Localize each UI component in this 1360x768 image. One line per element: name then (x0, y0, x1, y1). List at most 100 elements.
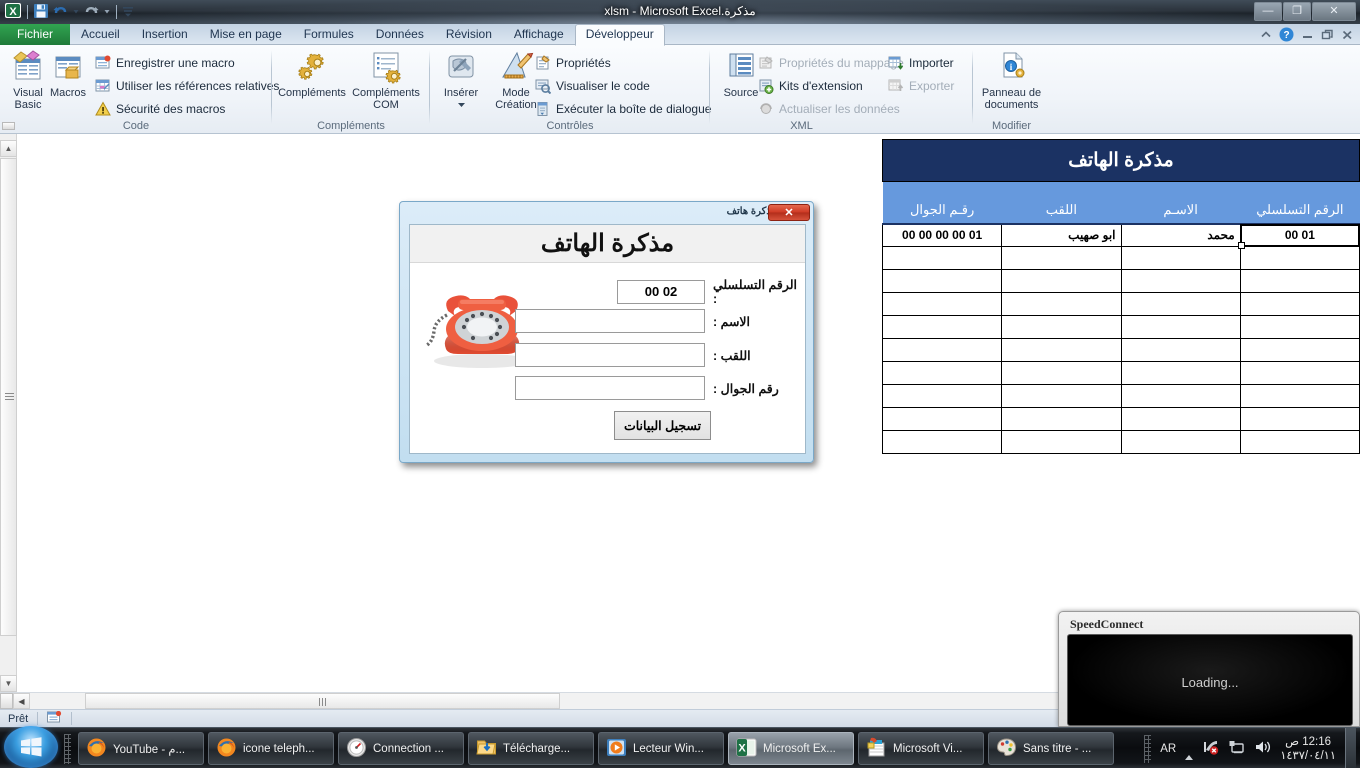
userform-field-surname[interactable]: اللقب : (515, 343, 799, 367)
cell-name[interactable] (1120, 246, 1241, 270)
cell-serial[interactable] (1239, 269, 1360, 293)
cell-name[interactable] (1120, 384, 1241, 408)
vertical-scroll-thumb[interactable] (0, 158, 17, 636)
taskbar-item-microsoft-visual[interactable]: Microsoft Vi... (858, 732, 984, 765)
record-macro-status-icon[interactable] (47, 710, 62, 727)
cell-serial[interactable] (1239, 292, 1360, 316)
tab-formules[interactable]: Formules (293, 25, 365, 45)
table-row[interactable] (881, 338, 1360, 362)
ribbon-right-controls[interactable]: ? (1260, 27, 1354, 45)
properties-button[interactable]: Propriétés (535, 53, 611, 73)
tab-donnees[interactable]: Données (365, 25, 435, 45)
horizontal-scroll-thumb[interactable] (85, 693, 560, 709)
scroll-up-button[interactable]: ▲ (0, 140, 17, 157)
cell-mobile[interactable] (881, 338, 1003, 362)
expansion-packs-button[interactable]: Kits d'extension (758, 76, 863, 96)
taskbar-item-lecteur-windows[interactable]: Lecteur Win... (598, 732, 724, 765)
view-code-button[interactable]: Visualiser le code (535, 76, 650, 96)
cell-name[interactable]: محمد (1120, 223, 1241, 247)
maximize-button[interactable]: ❐ (1283, 2, 1311, 21)
tab-insertion[interactable]: Insertion (131, 25, 199, 45)
taskbar-item-telechargements[interactable]: Télécharge... (468, 732, 594, 765)
cell-surname[interactable] (1001, 246, 1122, 270)
input-surname[interactable] (515, 343, 705, 367)
cell-mobile[interactable] (881, 430, 1003, 454)
chevron-up-icon[interactable] (1185, 742, 1194, 760)
table-row[interactable] (881, 292, 1360, 316)
map-properties-button[interactable]: Propriétés du mappage (758, 53, 904, 73)
refresh-data-button[interactable]: Actualiser les données (758, 99, 900, 119)
cell-mobile[interactable] (881, 269, 1003, 293)
table-row[interactable] (881, 430, 1360, 454)
table-row[interactable] (881, 407, 1360, 431)
userform-field-serial-number[interactable]: الرقم التسلسلي : 02 00 (617, 277, 799, 306)
action-center-icon[interactable] (1228, 739, 1245, 758)
minimize-ribbon-icon[interactable] (1260, 29, 1272, 44)
tab-mise-en-page[interactable]: Mise en page (199, 25, 293, 45)
windows-start-icon[interactable] (4, 726, 58, 768)
userform-field-first-name[interactable]: الاسم : (515, 309, 799, 333)
language-indicator[interactable]: AR (1160, 743, 1176, 755)
cell-surname[interactable] (1001, 361, 1122, 385)
cell-name[interactable] (1120, 338, 1241, 362)
volume-icon[interactable] (1254, 739, 1271, 758)
taskbar-item-sans-titre-paint[interactable]: Sans titre - ... (988, 732, 1114, 765)
phone-directory-table[interactable]: مذكرة الهاتف الرقم التسلسلي الاسـم اللقب… (881, 139, 1360, 454)
cell-name[interactable] (1120, 407, 1241, 431)
insert-control-button[interactable]: Insérer (435, 49, 487, 111)
cell-surname[interactable] (1001, 269, 1122, 293)
taskbar-item-icone-telephone[interactable]: icone teleph... (208, 732, 334, 765)
cell-serial[interactable] (1239, 430, 1360, 454)
userform-field-mobile-number[interactable]: رقم الجوال : (515, 376, 799, 400)
cell-mobile[interactable] (881, 384, 1003, 408)
table-row[interactable] (881, 315, 1360, 339)
addins-button[interactable]: Compléments (277, 49, 347, 99)
table-row[interactable] (881, 384, 1360, 408)
cell-mobile[interactable] (881, 246, 1003, 270)
input-serial-number[interactable]: 02 00 (617, 279, 705, 304)
cell-serial[interactable] (1239, 361, 1360, 385)
cell-name[interactable] (1120, 315, 1241, 339)
cell-mobile[interactable] (881, 361, 1003, 385)
sheet-tab-split[interactable] (0, 693, 13, 709)
macros-button[interactable]: Macros (43, 49, 93, 99)
cell-surname[interactable] (1001, 430, 1122, 454)
cell-name[interactable] (1120, 269, 1241, 293)
tab-fichier[interactable]: Fichier (0, 24, 71, 45)
cell-serial[interactable] (1239, 384, 1360, 408)
show-desktop-button[interactable] (1345, 728, 1356, 768)
table-row[interactable] (881, 246, 1360, 270)
input-first-name[interactable] (515, 309, 705, 333)
cell-mobile[interactable] (881, 315, 1003, 339)
input-mobile-number[interactable] (515, 376, 705, 400)
tab-revision[interactable]: Révision (435, 25, 503, 45)
phone-memo-userform[interactable]: مذكرة هاتف ✕ مذكرة الهاتف الرقم التسلسلي… (399, 201, 814, 463)
scroll-down-button[interactable]: ▼ (0, 675, 17, 692)
table-row[interactable]: 01 00 محمد ابو صهيب 01 00 00 00 00 (881, 223, 1360, 249)
relative-references-button[interactable]: Utiliser les références relatives (95, 76, 279, 96)
restore-window-icon[interactable] (1301, 29, 1314, 44)
ribbon-tabs[interactable]: Fichier Accueil Insertion Mise en page F… (0, 24, 665, 46)
document-panel-button[interactable]: i Panneau de documents (975, 49, 1048, 111)
network-error-icon[interactable] (1202, 739, 1219, 758)
cell-surname[interactable] (1001, 407, 1122, 431)
cell-surname[interactable] (1001, 315, 1122, 339)
cell-mobile[interactable] (881, 292, 1003, 316)
close-button[interactable]: ✕ (1312, 2, 1356, 21)
cell-surname[interactable]: ابو صهيب (1001, 223, 1122, 247)
record-macro-button[interactable]: Enregistrer une macro (95, 53, 235, 73)
export-button[interactable]: Exporter (888, 76, 954, 96)
submit-data-button[interactable]: تسجيل البيانات (614, 411, 711, 440)
tab-accueil[interactable]: Accueil (70, 25, 131, 45)
window-controls[interactable]: — ❐ ✕ (1254, 2, 1356, 21)
taskbar-item-microsoft-excel[interactable]: X Microsoft Ex... (728, 732, 854, 765)
table-row[interactable] (881, 361, 1360, 385)
close-window-icon[interactable] (1341, 29, 1354, 44)
cell-surname[interactable] (1001, 338, 1122, 362)
scroll-left-button[interactable]: ◀ (13, 693, 30, 709)
speedconnect-window[interactable]: SpeedConnect Loading... (1058, 611, 1360, 727)
insert-dropdown-icon[interactable] (435, 99, 487, 111)
table-row[interactable] (881, 269, 1360, 293)
cell-mobile[interactable]: 01 00 00 00 00 (881, 223, 1003, 247)
tab-developpeur[interactable]: Développeur (574, 24, 665, 46)
